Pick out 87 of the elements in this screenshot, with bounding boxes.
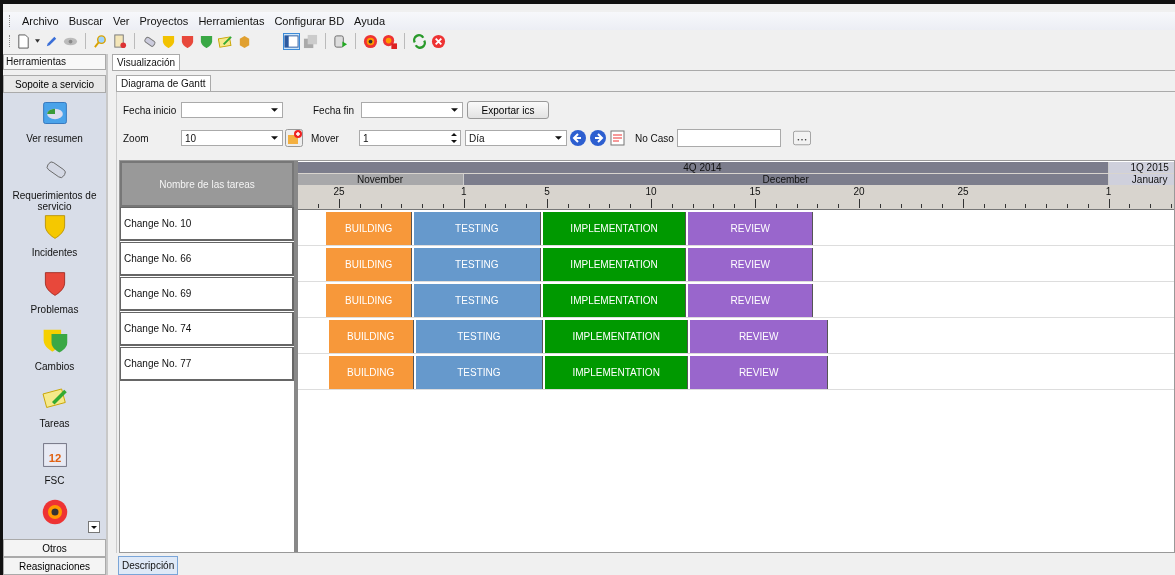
tab[interactable]: Visualización (112, 54, 181, 70)
back-icon[interactable] (569, 129, 587, 147)
shield-icon[interactable] (180, 33, 195, 49)
section-button[interactable]: Reasignaciones (3, 557, 106, 575)
month-header: December (463, 174, 1109, 185)
more-icon[interactable] (793, 130, 811, 146)
tab[interactable]: Descripción (118, 556, 179, 575)
unit-dropdown[interactable]: Día (465, 130, 567, 146)
field-label: No Caso (635, 132, 675, 144)
tool-label[interactable]: Incidentes (8, 247, 101, 258)
day-label: 1 (461, 186, 467, 197)
calendar-date: 12 (48, 452, 61, 464)
menu-item[interactable]: Archivo (22, 15, 59, 27)
tool-label[interactable]: Requerimientos de servicio (8, 190, 101, 212)
caret-icon[interactable] (35, 39, 40, 43)
menu-item[interactable]: Ver (112, 15, 130, 27)
field-label: Mover (311, 132, 340, 144)
column-header: Nombre de las tareas (120, 161, 294, 207)
menu-item[interactable]: Ayuda (354, 15, 386, 27)
month-header: January (1108, 174, 1174, 185)
day-label: 10 (645, 186, 657, 197)
target-icon[interactable] (363, 33, 378, 49)
dropdown-arrow-icon[interactable] (271, 136, 278, 140)
search-icon[interactable] (93, 33, 108, 49)
close-icon[interactable] (431, 33, 446, 49)
task-name: Change No. 10 (120, 207, 294, 241)
menu-item[interactable]: Buscar (68, 15, 103, 27)
menu-item[interactable]: Configurar BD (274, 15, 345, 27)
case-field[interactable] (677, 129, 781, 147)
shield-icon[interactable] (199, 33, 214, 49)
dropdown-arrow-icon[interactable] (271, 108, 278, 112)
task-bar[interactable]: IMPLEMENTATION (544, 356, 689, 389)
pie-chart-icon[interactable] (40, 99, 69, 127)
target-icon[interactable] (40, 498, 69, 526)
panel-title: Herramientas (3, 54, 106, 70)
task-name: Change No. 74 (120, 312, 294, 346)
task-bar[interactable]: IMPLEMENTATION (542, 284, 687, 317)
task-name: Change No. 66 (120, 242, 294, 276)
document-icon[interactable] (112, 33, 127, 49)
task-bar[interactable]: REVIEW (688, 212, 814, 245)
tool-label[interactable]: Tareas (8, 418, 101, 429)
task-name: Change No. 77 (120, 347, 294, 381)
task-bar[interactable]: REVIEW (688, 284, 814, 317)
day-label: 25 (333, 186, 345, 197)
date-field[interactable] (181, 102, 283, 118)
day-label: 25 (957, 186, 969, 197)
day-label: 5 (544, 186, 550, 197)
refresh-icon[interactable] (412, 33, 427, 49)
day-label: 15 (749, 186, 761, 197)
task-bar[interactable]: REVIEW (690, 320, 828, 353)
task-bar[interactable]: REVIEW (690, 356, 828, 389)
menu-item[interactable]: Proyectos (139, 15, 189, 27)
day-label: 20 (853, 186, 865, 197)
box-icon[interactable] (237, 33, 252, 49)
export-button[interactable]: Exportar ics (467, 101, 549, 119)
layout-icon[interactable] (284, 33, 299, 49)
tab[interactable]: Diagrama de Gantt (116, 75, 211, 91)
group-button[interactable]: Sopoite a servicio (3, 75, 106, 93)
zoom-in-icon[interactable] (285, 129, 303, 147)
day-label: 1 (1105, 186, 1112, 197)
spinner-arrows-icon[interactable] (450, 131, 458, 145)
task-bar[interactable]: IMPLEMENTATION (542, 212, 687, 245)
date-field[interactable] (361, 102, 463, 118)
field-label: Fecha fin (313, 104, 356, 116)
section-button[interactable]: Otros (3, 539, 106, 557)
tool-label[interactable]: Cambios (8, 361, 101, 372)
field-label: Zoom (122, 132, 150, 144)
quarter-header: 1Q 2015 (1108, 162, 1174, 173)
task-name: Change No. 69 (120, 277, 294, 311)
dropdown-arrow-icon[interactable] (555, 136, 562, 140)
task-bar[interactable]: REVIEW (688, 248, 814, 281)
note-icon[interactable] (218, 33, 233, 49)
month-header: November (298, 174, 464, 185)
quarter-header: 4Q 2014 (298, 162, 1109, 173)
scroll-down-icon[interactable] (88, 521, 100, 533)
zoom-dropdown[interactable]: 10 (181, 130, 283, 146)
task-bar[interactable]: IMPLEMENTATION (544, 320, 689, 353)
forward-icon[interactable] (589, 129, 607, 147)
menu-item[interactable]: Herramientas (198, 15, 265, 27)
field-label: Fecha inicio (122, 104, 178, 116)
number-spinner[interactable]: 1 (359, 130, 461, 146)
tool-label[interactable]: Ver resumen (8, 133, 101, 144)
tool-label[interactable]: Problemas (8, 304, 101, 315)
dropdown-arrow-icon[interactable] (451, 108, 458, 112)
task-bar[interactable]: IMPLEMENTATION (542, 248, 687, 281)
tool-label[interactable]: FSC (8, 475, 101, 486)
database-icon[interactable] (333, 33, 348, 49)
